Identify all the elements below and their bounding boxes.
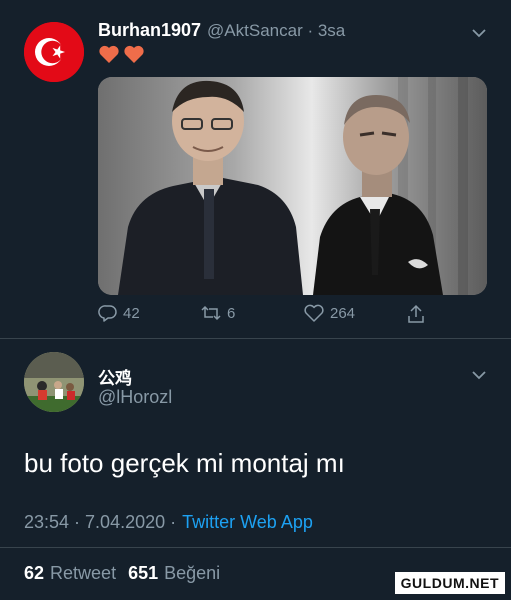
heart-emoji (98, 44, 145, 64)
like-count: 264 (330, 304, 356, 322)
divider (0, 547, 511, 548)
reply-button[interactable]: 42 (98, 303, 140, 323)
photo-illustration (98, 77, 487, 295)
reply-icon (98, 305, 117, 322)
like-heart-icon (304, 304, 324, 322)
retweet-icon (201, 305, 221, 321)
tweet-actions: 42 6 264 (98, 303, 438, 329)
handle-and-time[interactable]: @AktSancar · 3sa (207, 21, 345, 41)
heart-icon (99, 45, 119, 63)
chevron-down-icon[interactable] (470, 366, 488, 384)
tweet-text: bu foto gerçek mi montaj mı (24, 448, 345, 478)
display-name[interactable]: Burhan1907 (98, 20, 201, 41)
turkish-flag-icon (24, 22, 84, 82)
retweet-button[interactable]: 6 (200, 303, 235, 323)
tweet-header: Burhan1907 @AktSancar · 3sa (98, 20, 345, 41)
chevron-down-icon[interactable] (470, 24, 488, 42)
avatar[interactable] (24, 352, 84, 412)
display-name[interactable]: 公鸡 (98, 364, 132, 389)
like-button[interactable]: 264 (303, 303, 355, 323)
like-total[interactable]: 651 (128, 563, 158, 584)
quoted-tweet: Burhan1907 @AktSancar · 3sa 42 6 264 (0, 0, 511, 340)
divider (0, 338, 511, 339)
tweet-photo[interactable] (98, 77, 487, 295)
retweet-count: 6 (227, 304, 236, 322)
avatar-photo (24, 352, 84, 412)
tweet-stats: 62 Retweet 651 Beğeni (24, 563, 220, 584)
source-app-link[interactable]: Twitter Web App (182, 512, 313, 533)
watermark: GULDUM.NET (394, 572, 505, 594)
like-label[interactable]: Beğeni (164, 563, 220, 584)
handle[interactable]: @lHorozl (98, 387, 172, 408)
tweet-meta: 23:54 · 7.04.2020 · Twitter Web App (24, 512, 313, 533)
reply-count: 42 (123, 304, 140, 322)
share-button[interactable] (406, 303, 426, 325)
heart-icon (124, 45, 144, 63)
retweet-label[interactable]: Retweet (50, 563, 116, 584)
share-icon (408, 304, 424, 323)
timestamp[interactable]: 23:54 · 7.04.2020 · (24, 512, 176, 533)
retweet-total[interactable]: 62 (24, 563, 44, 584)
avatar[interactable] (24, 22, 84, 82)
